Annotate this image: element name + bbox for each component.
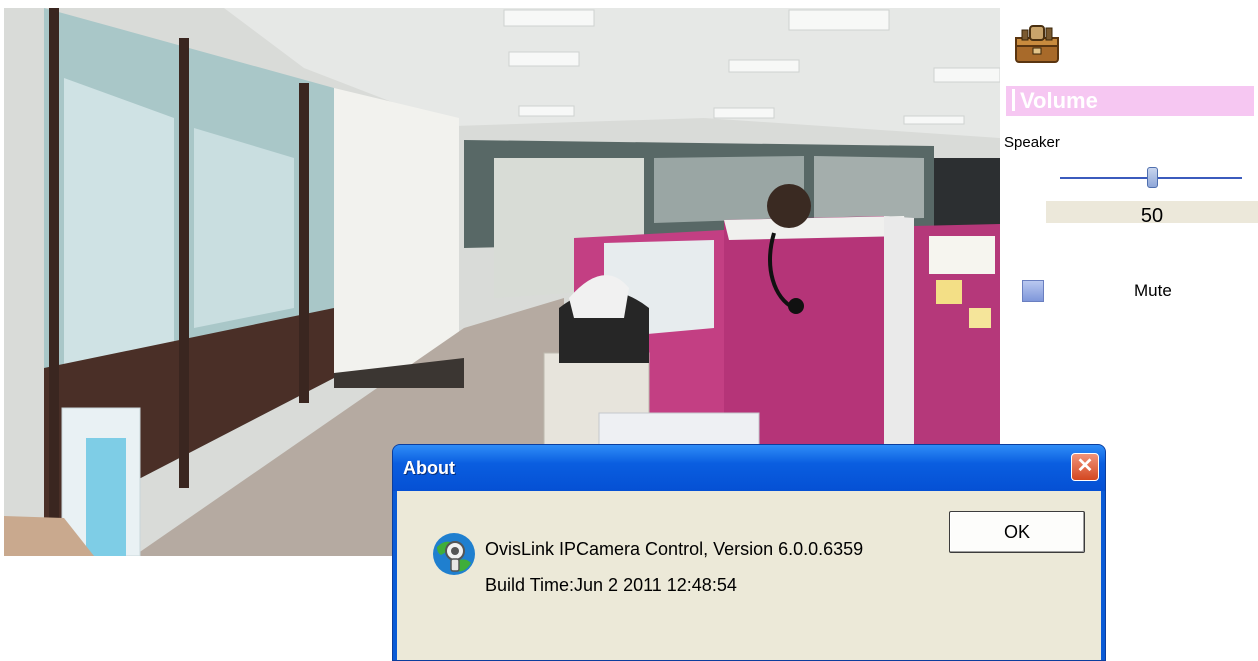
dialog-body: OvisLink IPCamera Control, Version 6.0.0… (397, 491, 1101, 660)
build-time-text: Build Time:Jun 2 2011 12:48:54 (485, 575, 737, 595)
speaker-volume-slider-thumb[interactable] (1147, 167, 1158, 188)
volume-title: Volume (1020, 88, 1098, 113)
close-button[interactable]: ✕ (1071, 453, 1099, 481)
ok-button[interactable]: OK (949, 511, 1085, 553)
about-dialog: About ✕ OvisLink IPCamera Control, Versi… (392, 444, 1106, 661)
mute-checkbox[interactable] (1022, 280, 1044, 302)
mute-label: Mute (1134, 281, 1172, 300)
speaker-label: Speaker (1004, 134, 1060, 151)
volume-value-display: 50 (1046, 201, 1258, 223)
header-accent-bar (1012, 89, 1015, 112)
globe-camera-icon (431, 531, 477, 577)
dialog-titlebar[interactable]: About ✕ (393, 445, 1105, 491)
app-version-text: OvisLink IPCamera Control, Version 6.0.0… (485, 539, 864, 559)
dialog-title: About (403, 458, 455, 478)
volume-section-header: Volume (1006, 86, 1254, 116)
close-icon: ✕ (1076, 455, 1094, 477)
toolbox-icon[interactable] (1012, 20, 1062, 66)
